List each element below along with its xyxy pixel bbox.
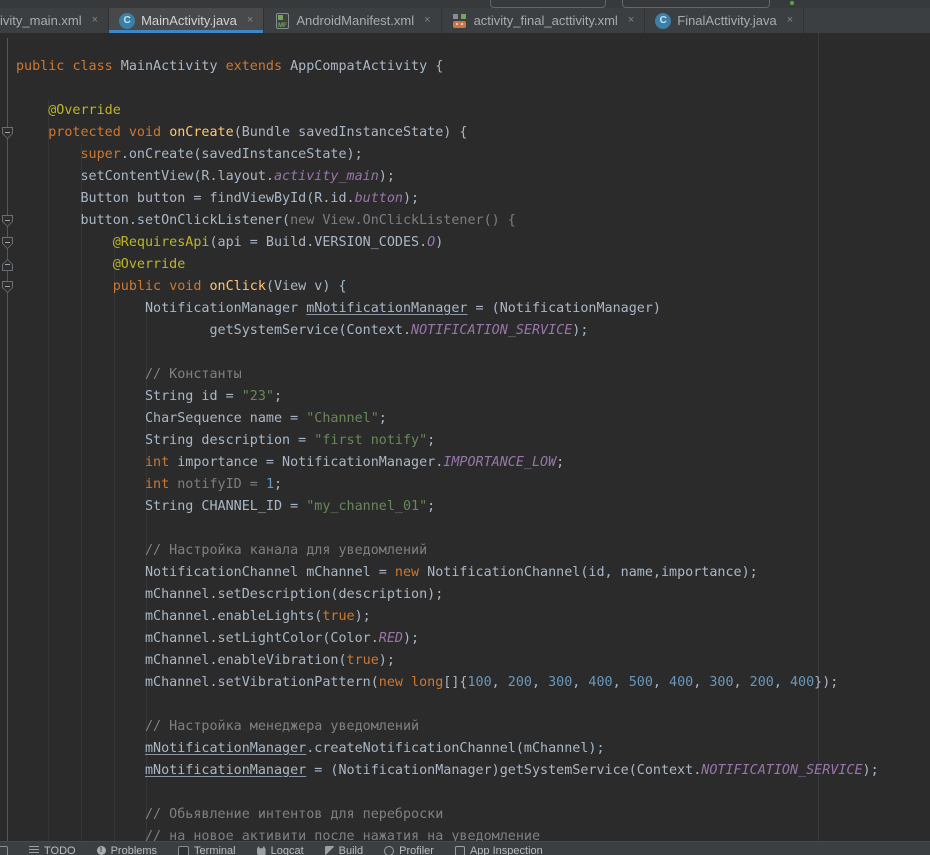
fold-marker-icon[interactable]	[2, 215, 13, 227]
toolbar-item-label: TODO	[44, 845, 76, 855]
toolbar-item-problems[interactable]: ! Problems	[97, 845, 157, 855]
code-line: mNotificationManager.createNotificationC…	[16, 738, 930, 760]
toolbar-item-label: Build	[339, 845, 363, 855]
close-icon[interactable]: ×	[92, 15, 98, 26]
code-line: mChannel.setVibrationPattern(new long[]{…	[16, 672, 930, 694]
tab-finalacttivity-java[interactable]: C FinalActtivity.java ×	[645, 8, 804, 33]
code-line	[16, 694, 930, 716]
toolbar-item-profiler[interactable]: Profiler	[384, 845, 434, 855]
code-line: mNotificationManager = (NotificationMana…	[16, 760, 930, 782]
profiler-icon	[384, 846, 394, 855]
code-line: // Обьявление интентов для переброски	[16, 804, 930, 826]
code-line: @Override	[16, 100, 930, 122]
toolbar-widget-2[interactable]	[622, 0, 770, 8]
code-line: int notifyID = 1;	[16, 474, 930, 496]
code-line: @RequiresApi(api = Build.VERSION_CODES.O…	[16, 232, 930, 254]
fold-marker-icon[interactable]	[2, 127, 13, 139]
toolbar-item-label: Problems	[111, 845, 157, 855]
code-line	[16, 518, 930, 540]
toolbar-item-label: App Inspection	[470, 845, 543, 855]
manifest-icon: MF	[274, 13, 290, 29]
tab-activity-final-acttivity-xml[interactable]: activity_final_acttivity.xml ×	[442, 8, 646, 33]
code-line: @Override	[16, 254, 930, 276]
tab-label: activity_final_acttivity.xml	[474, 13, 618, 28]
code-line: String id = "23";	[16, 386, 930, 408]
terminal-icon	[178, 846, 189, 855]
close-icon[interactable]: ×	[628, 15, 634, 26]
code-line: getSystemService(Context.NOTIFICATION_SE…	[16, 320, 930, 342]
fold-marker-icon[interactable]	[2, 237, 13, 249]
code-line: NotificationManager mNotificationManager…	[16, 298, 930, 320]
tab-label: ivity_main.xml	[0, 13, 82, 28]
code-line: setContentView(R.layout.activity_main);	[16, 166, 930, 188]
layout-xml-icon	[452, 13, 468, 29]
problems-icon: !	[97, 846, 106, 855]
logcat-icon	[257, 846, 266, 855]
code-line	[16, 78, 930, 100]
fold-marker-icon[interactable]	[2, 259, 13, 271]
java-class-icon: C	[119, 13, 135, 29]
code-line: String CHANNEL_ID = "my_channel_01";	[16, 496, 930, 518]
code-line: public void onClick(View v) {	[16, 276, 930, 298]
code-line: mChannel.enableLights(true);	[16, 606, 930, 628]
tab-label: FinalActtivity.java	[677, 13, 776, 28]
code-lines: public class MainActivity extends AppCom…	[0, 33, 930, 844]
fold-marker-icon[interactable]	[2, 281, 13, 293]
toolbar-item-label: Terminal	[194, 845, 236, 855]
code-line: super.onCreate(savedInstanceState);	[16, 144, 930, 166]
toolbar-item-build[interactable]: Build	[325, 845, 363, 855]
code-line: Button button = findViewById(R.id.button…	[16, 188, 930, 210]
tab-mainactivity-java[interactable]: C MainActivity.java ×	[109, 8, 264, 33]
toolbar-item-label: Logcat	[271, 845, 304, 855]
app-inspection-icon	[455, 846, 465, 855]
java-class-icon: C	[655, 13, 671, 29]
code-line: mChannel.enableVibration(true);	[16, 650, 930, 672]
toolbar-widget-1[interactable]	[490, 0, 606, 8]
tool-window-icon[interactable]	[0, 846, 8, 855]
status-dot-icon	[790, 1, 794, 5]
editor-tab-bar: ivity_main.xml × C MainActivity.java × M…	[0, 8, 930, 33]
tab-activity-main-xml[interactable]: ivity_main.xml ×	[0, 8, 109, 33]
code-line: CharSequence name = "Channel";	[16, 408, 930, 430]
code-line: NotificationChannel mChannel = new Notif…	[16, 562, 930, 584]
code-editor[interactable]: public class MainActivity extends AppCom…	[0, 33, 930, 844]
todo-icon	[29, 846, 39, 855]
code-line: // Настройка менеджера уведомлений	[16, 716, 930, 738]
tab-label: MainActivity.java	[141, 13, 237, 28]
tab-label: AndroidManifest.xml	[296, 13, 414, 28]
toolbar-item-logcat[interactable]: Logcat	[257, 845, 304, 855]
code-line: // Константы	[16, 364, 930, 386]
code-line: public class MainActivity extends AppCom…	[16, 56, 930, 78]
code-line: String description = "first notify";	[16, 430, 930, 452]
close-icon[interactable]: ×	[424, 15, 430, 26]
code-line: protected void onCreate(Bundle savedInst…	[16, 122, 930, 144]
toolbar-item-app-inspection[interactable]: App Inspection	[455, 845, 543, 855]
toolbar-item-terminal[interactable]: Terminal	[178, 845, 236, 855]
close-icon[interactable]: ×	[787, 15, 793, 26]
toolbar-item-label: Profiler	[399, 845, 434, 855]
tool-window-bar: TODO ! Problems Terminal Logcat Build Pr…	[0, 841, 930, 855]
code-line: int importance = NotificationManager.IMP…	[16, 452, 930, 474]
code-line: mChannel.setLightColor(Color.RED);	[16, 628, 930, 650]
close-icon[interactable]: ×	[247, 15, 253, 26]
code-line	[16, 782, 930, 804]
code-line	[16, 342, 930, 364]
toolbar-item-todo[interactable]: TODO	[29, 845, 76, 855]
tab-androidmanifest-xml[interactable]: MF AndroidManifest.xml ×	[264, 8, 441, 33]
code-line: // Настройка канала для уведомлений	[16, 540, 930, 562]
code-line: button.setOnClickListener(new View.OnCli…	[16, 210, 930, 232]
code-line: mChannel.setDescription(description);	[16, 584, 930, 606]
build-icon	[325, 846, 334, 855]
